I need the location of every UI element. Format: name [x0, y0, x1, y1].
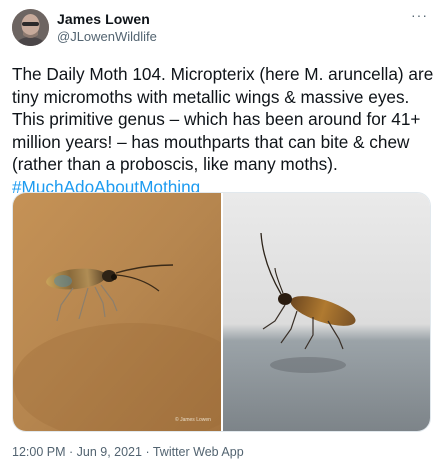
tweet-body: The Daily Moth 104. Micropterix (here M.…: [12, 64, 434, 174]
meta-separator: ·: [65, 445, 77, 459]
tweet-date[interactable]: Jun 9, 2021: [77, 445, 142, 459]
tweet-meta: 12:00 PM · Jun 9, 2021 · Twitter Web App: [12, 445, 244, 459]
right-moth-photo: [223, 193, 430, 431]
tweet-source[interactable]: Twitter Web App: [153, 445, 244, 459]
photo-credit: © James Lowen: [175, 416, 211, 423]
tweet-text: The Daily Moth 104. Micropterix (here M.…: [12, 63, 436, 198]
tweet-media[interactable]: © James Lowen: [12, 192, 431, 432]
meta-separator: ·: [141, 445, 153, 459]
author-name[interactable]: James Lowen: [57, 11, 150, 27]
tweet-card: James Lowen @JLowenWildlife ··· The Dail…: [0, 0, 442, 469]
tweet-time[interactable]: 12:00 PM: [12, 445, 66, 459]
avatar[interactable]: [12, 9, 49, 46]
more-dots-icon[interactable]: ···: [411, 7, 428, 23]
moth-photos: © James Lowen: [13, 193, 430, 431]
avatar-image: [12, 9, 49, 46]
author-handle[interactable]: @JLowenWildlife: [57, 29, 157, 44]
left-moth-photo: © James Lowen: [13, 193, 253, 431]
